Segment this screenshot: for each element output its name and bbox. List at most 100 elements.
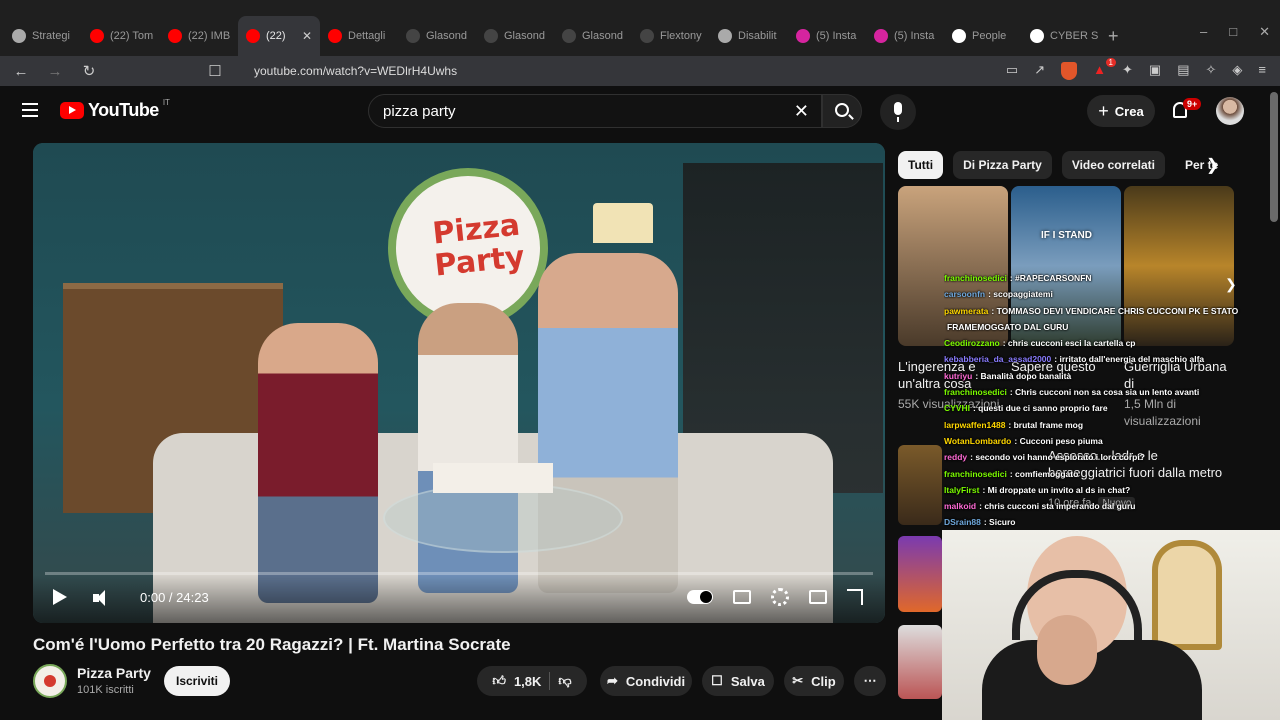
- chat-text: : comfiemoggato: [1009, 468, 1079, 479]
- forward-icon[interactable]: →: [42, 63, 68, 80]
- bookmark-icon[interactable]: ☐: [202, 62, 228, 80]
- browser-tab[interactable]: (22) IMB: [160, 16, 238, 56]
- browser-tab[interactable]: Disabilit: [710, 16, 788, 56]
- browser-tab[interactable]: Flextony: [632, 16, 710, 56]
- play-icon[interactable]: [53, 589, 67, 605]
- tab-favicon-icon: [12, 29, 26, 43]
- player-controls: 0:00 / 24:23: [33, 575, 885, 623]
- chat-text: : brutal frame mog: [1008, 419, 1084, 430]
- url-field[interactable]: youtube.com/watch?v=WEDlrH4Uwhs: [226, 58, 1014, 84]
- clear-search-icon[interactable]: ✕: [794, 101, 809, 122]
- youtube-wordmark: YouTube: [88, 100, 159, 120]
- extensions-icon[interactable]: ✦: [1122, 62, 1133, 80]
- subscribe-button[interactable]: Iscriviti: [164, 666, 230, 696]
- sidebar-icon[interactable]: ▣: [1149, 62, 1161, 80]
- fullscreen-icon[interactable]: [847, 589, 863, 605]
- new-tab-button[interactable]: +: [1108, 26, 1119, 47]
- browser-tab[interactable]: People: [944, 16, 1022, 56]
- save-button[interactable]: ☐ Salva: [702, 666, 774, 696]
- mic-icon: [894, 102, 902, 122]
- volume-icon[interactable]: [93, 589, 113, 607]
- avatar[interactable]: [1216, 97, 1244, 125]
- channel-name[interactable]: Pizza Party: [77, 665, 151, 681]
- browser-tab[interactable]: (5) Insta: [788, 16, 866, 56]
- menu-icon[interactable]: [22, 103, 38, 117]
- browser-tab[interactable]: Glasond: [476, 16, 554, 56]
- create-button[interactable]: + Crea: [1087, 95, 1155, 127]
- filter-chip[interactable]: Di Pizza Party: [953, 151, 1052, 179]
- clip-icon: ✂: [792, 673, 804, 688]
- share-page-icon[interactable]: ↗: [1034, 62, 1045, 80]
- sign-text: Pizza Party: [430, 207, 527, 284]
- browser-tab[interactable]: CYBER S: [1022, 16, 1100, 56]
- chat-overlay: franchinosedici: #RAPECARSONFN carsoonfn:…: [944, 270, 1244, 531]
- browser-tab[interactable]: Strategi: [4, 16, 82, 56]
- tab-label: Glasond: [426, 30, 467, 42]
- autoplay-toggle[interactable]: [687, 590, 713, 604]
- captions-icon[interactable]: [733, 590, 751, 604]
- share-button[interactable]: ➦ Condividi: [600, 666, 692, 696]
- rec-thumbnail[interactable]: [898, 536, 942, 612]
- chat-text: : Cucconi peso piuma: [1014, 435, 1103, 446]
- chat-text: : Mi droppate un invito al ds in chat?: [982, 484, 1131, 495]
- minimize-icon[interactable]: –: [1200, 24, 1207, 40]
- tab-label: (22): [266, 30, 286, 42]
- chat-text: : chris cucconi esci la cartella cp: [1002, 338, 1136, 349]
- filter-chips: Tutti Di Pizza Party Video correlati Per te: [898, 151, 1219, 179]
- install-icon[interactable]: ▭: [1006, 62, 1018, 80]
- more-actions-button[interactable]: ⋯: [854, 666, 886, 696]
- filter-chip[interactable]: Tutti: [898, 151, 944, 179]
- tab-favicon-icon: [1030, 29, 1044, 43]
- browser-tab[interactable]: Glasond: [398, 16, 476, 56]
- webcam-hand: [1037, 615, 1097, 685]
- search-icon: [835, 103, 849, 117]
- brave-shield-icon[interactable]: [1061, 62, 1078, 80]
- chat-text: : questi due ci sanno proprio fare: [972, 403, 1108, 414]
- wallet-icon[interactable]: ▤: [1177, 62, 1189, 80]
- browser-tab[interactable]: Dettagli: [320, 16, 398, 56]
- tab-favicon-icon: [952, 29, 966, 43]
- search-button[interactable]: [822, 94, 862, 128]
- browser-menu-icon[interactable]: ≡: [1258, 62, 1266, 80]
- rewards-icon[interactable]: ▲ 1: [1093, 58, 1116, 80]
- country-code: IT: [162, 98, 170, 107]
- tab-favicon-icon: [406, 29, 420, 43]
- youtube-logo[interactable]: YouTube IT: [60, 98, 170, 121]
- clip-label: Clip: [811, 673, 836, 689]
- share-icon: ➦: [606, 673, 618, 688]
- close-tab-icon[interactable]: ✕: [302, 29, 312, 43]
- search-input[interactable]: pizza party ✕: [368, 94, 822, 128]
- youtube-logo-icon: [60, 102, 84, 119]
- maximize-icon[interactable]: □: [1229, 24, 1237, 40]
- browser-tab[interactable]: Glasond: [554, 16, 632, 56]
- close-window-icon[interactable]: ✕: [1259, 24, 1270, 40]
- browser-tab[interactable]: (5) Insta: [866, 16, 944, 56]
- gear-icon[interactable]: [771, 588, 789, 606]
- tab-label: CYBER S: [1050, 30, 1099, 42]
- chevron-right-icon[interactable]: ❯: [1206, 155, 1219, 175]
- dislike-icon[interactable]: 👎︎: [558, 673, 571, 689]
- rec-thumbnail[interactable]: [898, 625, 942, 699]
- rec-row-thumbnail[interactable]: [898, 445, 942, 525]
- back-icon[interactable]: ←: [8, 63, 34, 80]
- channel-avatar[interactable]: [33, 664, 67, 698]
- filter-chip[interactable]: Video correlati: [1061, 151, 1165, 179]
- video-table: [383, 483, 623, 553]
- browser-tab[interactable]: (22) ✕: [238, 16, 320, 56]
- tab-label: (5) Insta: [816, 30, 857, 42]
- like-count[interactable]: 1,8K: [514, 674, 541, 689]
- vpn-icon[interactable]: ◈: [1232, 62, 1242, 80]
- theater-icon[interactable]: [809, 590, 827, 604]
- voice-search-button[interactable]: [880, 94, 916, 130]
- chat-message: WotanLombardo: Cucconi peso piuma: [944, 433, 1244, 449]
- video-player[interactable]: Pizza Party 0:00 / 24:23: [33, 143, 885, 623]
- leo-icon[interactable]: ✧: [1206, 62, 1217, 80]
- clip-button[interactable]: ✂ Clip: [784, 666, 844, 696]
- chat-username: CYVHI: [944, 403, 970, 414]
- reload-icon[interactable]: ↻: [76, 62, 102, 80]
- like-icon[interactable]: 👍︎: [492, 673, 506, 689]
- webcam-overlay: [942, 530, 1280, 720]
- chat-message: kutriyu: Banalità dopo banalità: [944, 368, 1244, 384]
- page-scrollbar[interactable]: [1270, 92, 1278, 222]
- browser-tab[interactable]: (22) Tom: [82, 16, 160, 56]
